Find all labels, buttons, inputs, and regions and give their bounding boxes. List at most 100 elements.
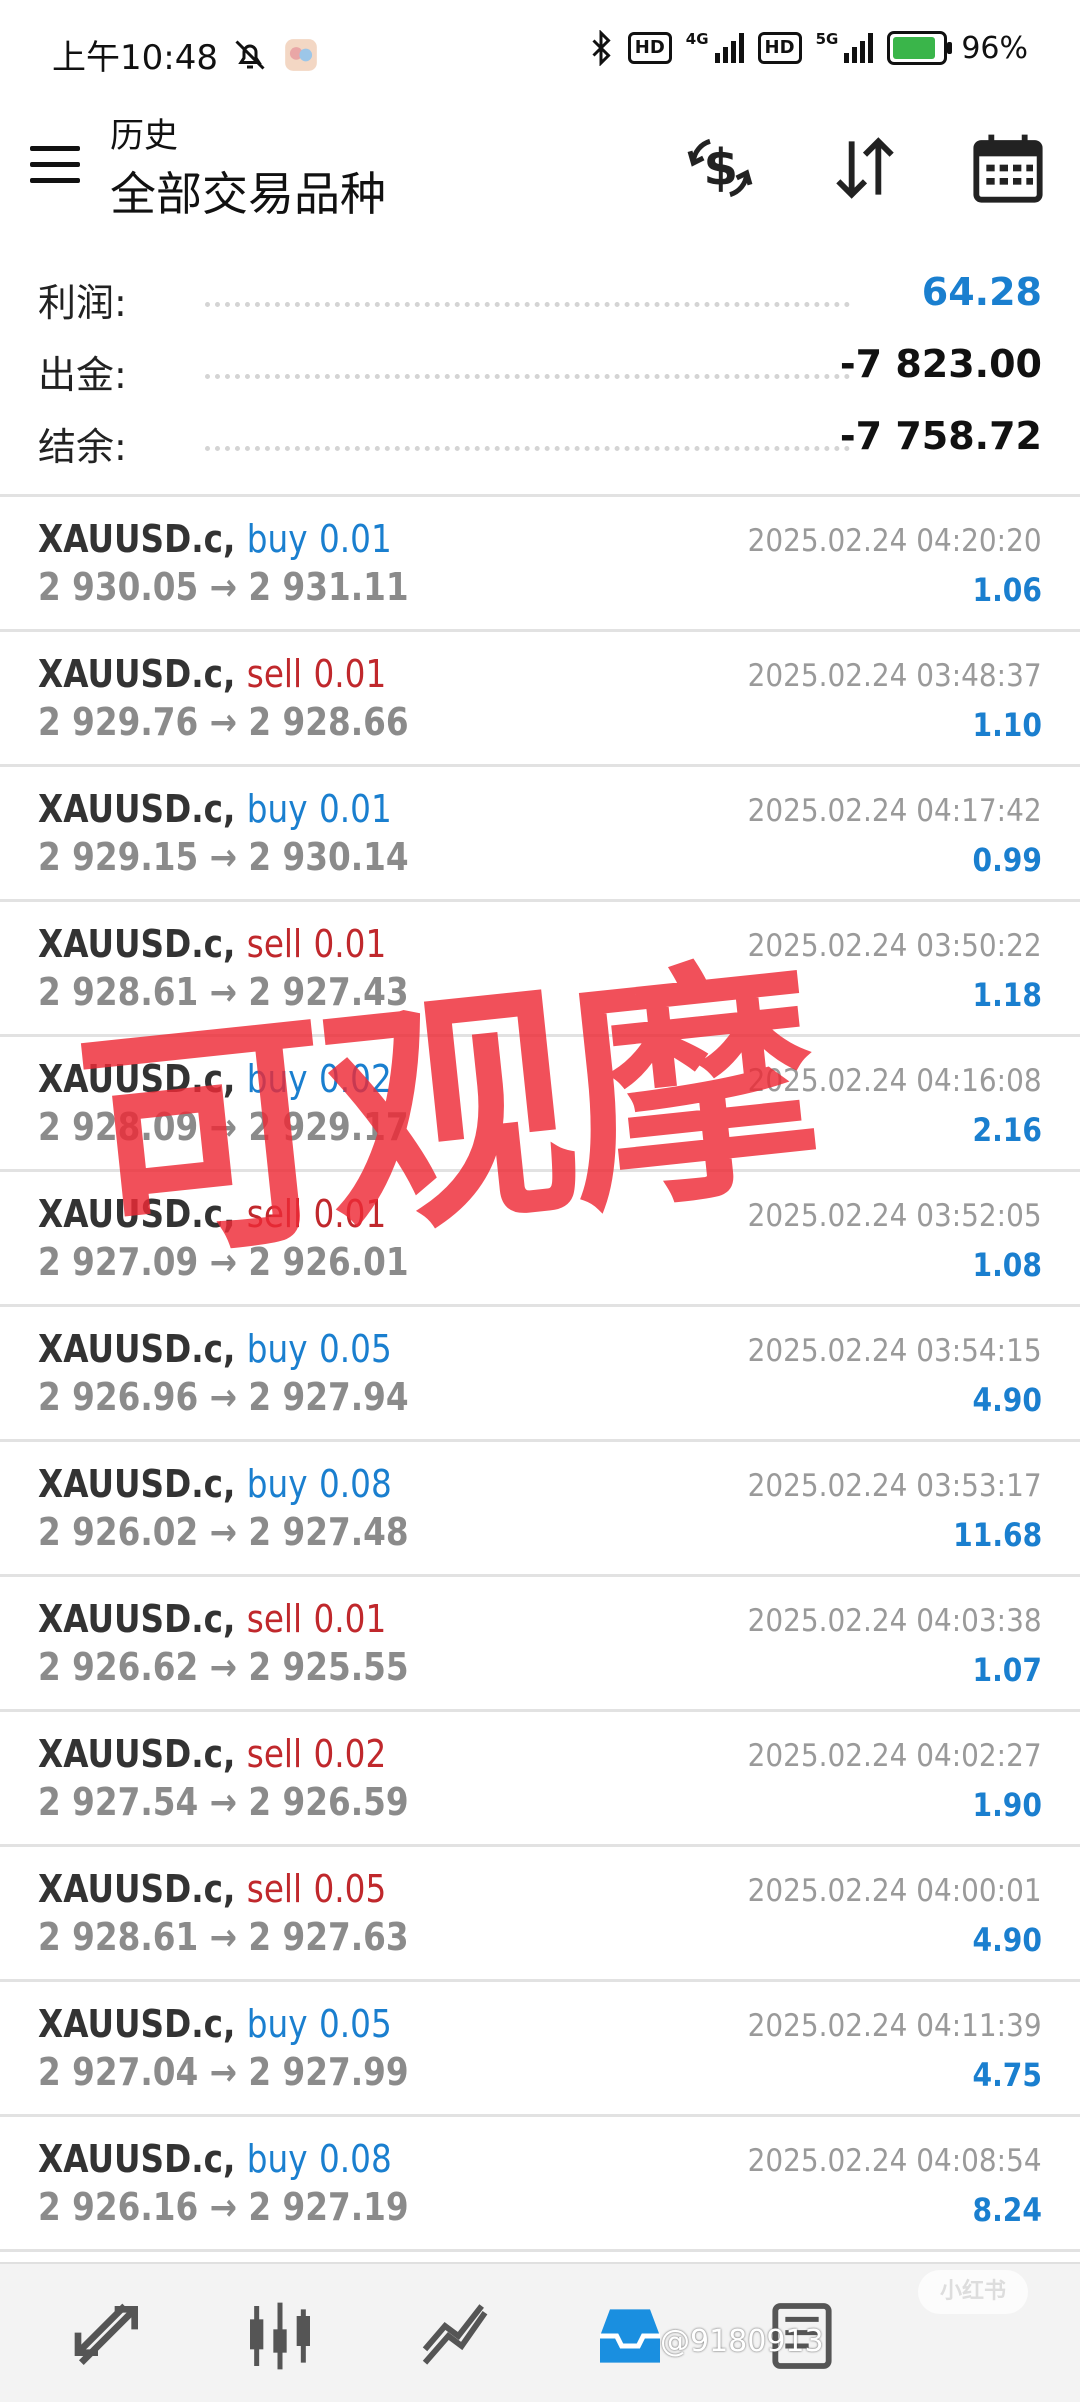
- summary-label: 利润:: [38, 281, 127, 325]
- trade-volume: 0.05: [318, 2002, 392, 2046]
- trade-row[interactable]: XAUUSD.c, buy 0.05 2 927.04 → 2 927.99 202…: [0, 1982, 1080, 2117]
- trade-row[interactable]: XAUUSD.c, buy 0.05 2 926.96 → 2 927.94 202…: [0, 1307, 1080, 1442]
- trade-profit: 4.90: [972, 1381, 1042, 1419]
- summary-row-withdrawal: 出金: -7 823.00: [0, 330, 1080, 402]
- trade-row[interactable]: XAUUSD.c, sell 0.05 2 928.61 → 2 927.63 20…: [0, 1847, 1080, 1982]
- trade-symbol-line: XAUUSD.c, sell 0.02: [38, 1732, 386, 1776]
- open-price: 2 926.96: [38, 1375, 199, 1419]
- status-right: HD 4G HD 5G 96%: [588, 30, 1028, 66]
- close-price: 2 925.55: [248, 1645, 409, 1689]
- candlestick-chart-icon[interactable]: [240, 2296, 320, 2376]
- dotted-leader: [205, 374, 850, 379]
- open-price: 2 926.16: [38, 2185, 199, 2229]
- trade-side: buy: [246, 2137, 308, 2181]
- arrow-right-icon: →: [198, 565, 249, 609]
- trade-row[interactable]: XAUUSD.c, buy 0.01 2 930.05 → 2 931.11 202…: [0, 497, 1080, 632]
- trade-row[interactable]: XAUUSD.c, sell 0.01 2 929.76 → 2 928.66 20…: [0, 632, 1080, 767]
- trade-symbol: XAUUSD.c,: [38, 1462, 236, 1506]
- trend-chart-icon[interactable]: [415, 2296, 495, 2376]
- currency-exchange-icon[interactable]: $: [680, 128, 760, 208]
- trade-symbol-line: XAUUSD.c, buy 0.01: [38, 517, 392, 561]
- trade-volume: 0.05: [318, 1327, 392, 1371]
- signal-icon-2: [844, 33, 874, 63]
- trade-profit: 1.08: [972, 1246, 1042, 1284]
- arrow-right-icon: →: [198, 2185, 249, 2229]
- arrow-right-icon: →: [198, 1780, 249, 1824]
- calendar-icon[interactable]: [968, 128, 1048, 208]
- history-inbox-icon[interactable]: [590, 2296, 670, 2376]
- trade-time: 2025.02.24 04:17:42: [748, 793, 1042, 829]
- trade-prices: 2 926.16 → 2 927.19: [38, 2185, 409, 2229]
- trade-side: buy: [246, 1327, 308, 1371]
- trade-row[interactable]: XAUUSD.c, sell 0.01 2 926.62 → 2 925.55 20…: [0, 1577, 1080, 1712]
- open-price: 2 928.61: [38, 1915, 199, 1959]
- arrow-right-icon: →: [198, 700, 249, 744]
- trade-symbol: XAUUSD.c,: [38, 652, 236, 696]
- trade-profit: 1.07: [972, 1651, 1042, 1689]
- watermark-text: 可观摩: [67, 932, 826, 1299]
- open-price: 2 926.02: [38, 1510, 199, 1554]
- open-price: 2 929.76: [38, 700, 199, 744]
- trade-time: 2025.02.24 04:02:27: [748, 1738, 1042, 1774]
- trade-prices: 2 927.04 → 2 927.99: [38, 2050, 409, 2094]
- signal-icon-1: [714, 33, 744, 63]
- trade-row[interactable]: XAUUSD.c, sell 0.02 2 927.54 → 2 926.59 20…: [0, 1712, 1080, 1847]
- trade-row[interactable]: XAUUSD.c, buy 0.08 2 926.16 → 2 927.19 202…: [0, 2117, 1080, 2252]
- trade-time: 2025.02.24 04:00:01: [748, 1873, 1042, 1909]
- trade-prices: 2 926.96 → 2 927.94: [38, 1375, 409, 1419]
- trade-prices: 2 926.62 → 2 925.55: [38, 1645, 409, 1689]
- trade-volume: 0.05: [313, 1867, 387, 1911]
- trade-time: 2025.02.24 03:48:37: [748, 658, 1042, 694]
- trade-symbol-line: XAUUSD.c, buy 0.01: [38, 787, 392, 831]
- trade-side: buy: [246, 787, 308, 831]
- trade-profit: 1.10: [972, 706, 1042, 744]
- trade-symbol-line: XAUUSD.c, sell 0.05: [38, 1867, 386, 1911]
- arrow-right-icon: →: [198, 1645, 249, 1689]
- open-price: 2 927.04: [38, 2050, 199, 2094]
- trade-arrows-icon[interactable]: [68, 2296, 148, 2376]
- hd-badge-2: HD: [757, 32, 802, 64]
- xiaohongshu-user-id: @9180913: [660, 2324, 824, 2359]
- trade-time: 2025.02.24 04:08:54: [748, 2143, 1042, 2179]
- dotted-leader: [205, 302, 850, 307]
- trade-symbol: XAUUSD.c,: [38, 1597, 236, 1641]
- trade-symbol-line: XAUUSD.c, buy 0.05: [38, 1327, 392, 1371]
- trade-volume: 0.01: [318, 517, 392, 561]
- trade-side: buy: [246, 517, 308, 561]
- trade-time: 2025.02.24 04:11:39: [748, 2008, 1042, 2044]
- menu-icon[interactable]: [30, 146, 80, 184]
- trade-profit: 8.24: [972, 2191, 1042, 2229]
- hd-badge-1: HD: [627, 32, 672, 64]
- trade-profit: 4.75: [972, 2056, 1042, 2094]
- trade-profit: 4.90: [972, 1921, 1042, 1959]
- trade-symbol-line: XAUUSD.c, buy 0.05: [38, 2002, 392, 2046]
- trade-time: 2025.02.24 04:03:38: [748, 1603, 1042, 1639]
- close-price: 2 927.48: [248, 1510, 409, 1554]
- bell-off-icon: [235, 39, 265, 70]
- trade-time: 2025.02.24 03:53:17: [748, 1468, 1042, 1504]
- status-left: 上午10:48: [52, 30, 320, 79]
- app-bar: 历史 全部交易品种 $: [0, 100, 1080, 240]
- trade-symbol: XAUUSD.c,: [38, 2002, 236, 2046]
- close-price: 2 931.11: [248, 565, 409, 609]
- summary-row-balance: 结余: -7 758.72: [0, 402, 1080, 474]
- arrow-right-icon: →: [198, 1375, 249, 1419]
- trade-volume: 0.08: [318, 1462, 392, 1506]
- close-price: 2 928.66: [248, 700, 409, 744]
- bottom-navigation: [0, 2262, 1080, 2402]
- svg-text:$: $: [703, 139, 738, 197]
- trade-side: sell: [246, 1732, 303, 1776]
- trade-side: sell: [246, 1597, 303, 1641]
- page-title[interactable]: 全部交易品种: [110, 158, 386, 224]
- trade-symbol-line: XAUUSD.c, buy 0.08: [38, 2137, 392, 2181]
- trade-symbol: XAUUSD.c,: [38, 787, 236, 831]
- trade-symbol: XAUUSD.c,: [38, 1732, 236, 1776]
- trade-prices: 2 928.61 → 2 927.63: [38, 1915, 409, 1959]
- trade-prices: 2 929.76 → 2 928.66: [38, 700, 409, 744]
- trade-row[interactable]: XAUUSD.c, buy 0.01 2 929.15 → 2 930.14 202…: [0, 767, 1080, 902]
- sort-icon[interactable]: [825, 128, 905, 208]
- arrow-right-icon: →: [198, 2050, 249, 2094]
- trade-volume: 0.02: [313, 1732, 387, 1776]
- trade-row[interactable]: XAUUSD.c, buy 0.08 2 926.02 → 2 927.48 202…: [0, 1442, 1080, 1577]
- summary-row-profit: 利润: 64.28: [0, 258, 1080, 330]
